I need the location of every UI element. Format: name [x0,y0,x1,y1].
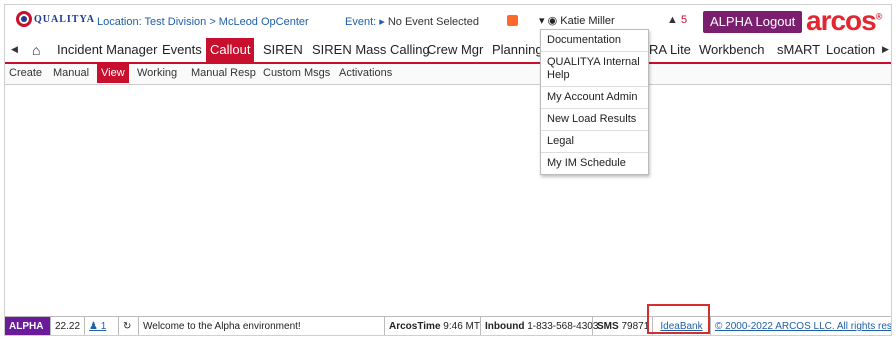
menu-item-im-schedule[interactable]: My IM Schedule [541,153,648,174]
registered-icon: ® [875,11,883,22]
sub-nav: Create Manual View Working Manual Resp C… [5,64,891,85]
app-window: QUALITYA Location: Test Division > McLeo… [4,4,892,336]
arcos-time: ArcosTime 9:46 MT [385,317,481,335]
nav-item-smart[interactable]: sMART [773,38,824,62]
menu-item-new-load-results[interactable]: New Load Results [541,109,648,131]
refresh-icon[interactable]: ↻ [119,317,139,335]
home-icon[interactable]: ⌂ [32,42,40,58]
event-label: Event: [345,16,377,28]
logo-text: QUALITYA [34,14,95,25]
location-value[interactable]: Test Division > McLeod OpCenter [145,16,309,28]
subnav-create[interactable]: Create [5,64,46,83]
logout-button[interactable]: ALPHA Logout [703,11,803,33]
qualitya-logo[interactable]: QUALITYA [16,10,94,32]
nav-item-events[interactable]: Events [158,38,206,62]
copyright-link[interactable]: © 2000-2022 ARCOS LLC. All rights reserv… [711,317,891,335]
location-label: Location: [97,16,142,28]
highlight-box [647,304,710,334]
sms-value: 79871 [621,321,650,332]
env-badge: ALPHA [5,317,51,335]
version: 22.22 [51,317,85,335]
arcostime-label: ArcosTime [389,321,441,332]
user-icon: ◉ [547,15,558,27]
caret-down-icon: ▾ [539,15,545,27]
subnav-view[interactable]: View [97,64,129,83]
user-menu-toggle[interactable]: ▾ ◉ Katie Miller [539,14,615,27]
menu-item-account-admin[interactable]: My Account Admin [541,87,648,109]
target-center-icon [21,16,27,22]
phone-icon[interactable] [507,15,518,26]
subnav-manual-resp[interactable]: Manual Resp [187,64,260,83]
nav-scroll-right-icon[interactable]: ▶ [882,44,889,55]
subnav-manual[interactable]: Manual [49,64,93,83]
users-online[interactable]: ♟ 1 [85,317,119,335]
caret-right-icon: ▸ [379,16,385,28]
brand-text: arcos [806,5,877,36]
status-bar: ALPHA 22.22 ♟ 1 ↻ Welcome to the Alpha e… [5,316,891,335]
subnav-working[interactable]: Working [133,64,181,83]
main-nav: ◀ ⌂ Incident Manager Events Callout SIRE… [5,38,891,64]
nav-item-workbench[interactable]: Workbench [695,38,769,62]
nav-scroll-left-icon[interactable]: ◀ [11,44,18,55]
arcostime-value: 9:46 MT [443,321,480,332]
event-selector[interactable]: Event: ▸ No Event Selected [345,15,479,28]
nav-item-ra-lite[interactable]: RA Lite [645,38,695,62]
welcome-message: Welcome to the Alpha environment! [139,317,385,335]
notifications[interactable]: ▲ 5 [667,14,687,26]
users-count: 1 [100,321,107,332]
nav-item-crew-mgr[interactable]: Crew Mgr [423,38,487,62]
nav-item-location[interactable]: Location [822,38,879,62]
nav-item-siren[interactable]: SIREN [259,38,307,62]
subnav-custom-msgs[interactable]: Custom Msgs [259,64,334,83]
location-selector[interactable]: Location: Test Division > McLeod OpCente… [97,16,309,28]
user-menu-dropdown: Documentation QUALITYA Internal Help My … [540,29,649,175]
menu-item-legal[interactable]: Legal [541,131,648,153]
bell-icon: ▲ [667,14,678,26]
header: QUALITYA Location: Test Division > McLeo… [5,5,891,38]
event-value[interactable]: No Event Selected [388,16,479,28]
users-icon: ♟ [89,321,98,332]
nav-item-callout[interactable]: Callout [206,38,255,62]
inbound-label: Inbound [485,321,525,332]
user-name: Katie Miller [560,15,615,27]
menu-item-documentation[interactable]: Documentation [541,30,648,52]
inbound-number: Inbound 1-833-568-4303 [481,317,598,335]
nav-item-planning[interactable]: Planning [488,38,547,62]
sms-number: SMS 79871 [593,317,653,335]
sms-label: SMS [597,321,619,332]
menu-item-internal-help[interactable]: QUALITYA Internal Help [541,52,648,87]
nav-item-incident-manager[interactable]: Incident Manager [53,38,161,62]
notification-count: 5 [680,14,688,26]
arcos-logo: arcos® [806,5,883,37]
inbound-value: 1-833-568-4303 [527,321,599,332]
nav-item-siren-mass-calling[interactable]: SIREN Mass Calling [308,38,434,62]
subnav-activations[interactable]: Activations [335,64,396,83]
